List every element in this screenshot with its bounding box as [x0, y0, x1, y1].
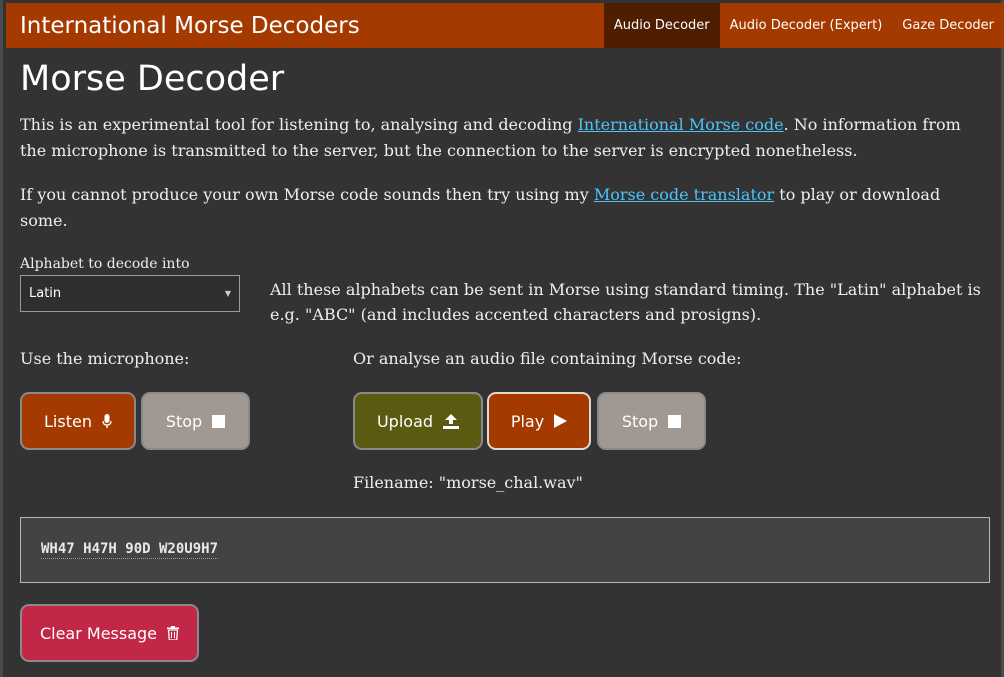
stop-square-icon — [212, 414, 226, 428]
alphabet-label: Alphabet to decode into — [20, 256, 190, 272]
upload-label: Upload — [376, 411, 434, 431]
play-label: Play — [510, 411, 545, 431]
nav-link-gaze-decoder[interactable]: Gaze Decoder — [892, 3, 1004, 48]
morse-translator-link[interactable]: Morse code translator — [594, 185, 774, 204]
alphabet-row: Alphabet to decode into Latin ▼ All thes… — [20, 256, 990, 338]
listen-button[interactable]: Listen — [20, 392, 136, 450]
main-content: Morse Decoder This is an experimental to… — [20, 48, 990, 338]
microphone-label: Use the microphone: — [20, 349, 190, 368]
audio-file-label: Or analyse an audio file containing Mors… — [353, 349, 742, 368]
trash-icon — [167, 626, 180, 640]
nav-link-audio-decoder-expert[interactable]: Audio Decoder (Expert) — [720, 3, 893, 48]
alphabet-description: All these alphabets can be sent in Morse… — [270, 280, 981, 324]
page-frame: International Morse Decoders Audio Decod… — [0, 0, 1004, 677]
stop-square-icon — [668, 414, 682, 428]
intro-paragraph: This is an experimental tool for listeni… — [20, 112, 990, 164]
listen-label: Listen — [44, 411, 92, 431]
page-title: Morse Decoder — [20, 59, 285, 99]
translator-paragraph: If you cannot produce your own Morse cod… — [20, 182, 990, 234]
nav-links: Audio Decoder Audio Decoder (Expert) Gaz… — [603, 3, 1004, 48]
brand-title[interactable]: International Morse Decoders — [6, 13, 604, 39]
mic-stop-button[interactable]: Stop — [141, 392, 250, 450]
navbar: International Morse Decoders Audio Decod… — [6, 3, 1004, 48]
clear-message-label: Clear Message — [39, 623, 158, 643]
alphabet-select[interactable]: Latin ▼ — [20, 275, 240, 312]
chevron-down-icon: ▼ — [224, 289, 231, 298]
nav-link-audio-decoder[interactable]: Audio Decoder — [603, 3, 720, 48]
play-triangle-icon — [554, 414, 568, 428]
microphone-icon — [102, 413, 112, 429]
file-stop-label: Stop — [621, 411, 659, 431]
international-morse-link[interactable]: International Morse code — [578, 115, 784, 134]
translator-text-before: If you cannot produce your own Morse cod… — [20, 185, 594, 204]
decoded-output-box[interactable]: WH47 H47H 90D W20U9H7 — [20, 517, 990, 583]
upload-icon — [443, 413, 460, 429]
alphabet-selected-value: Latin — [29, 286, 62, 301]
file-stop-button[interactable]: Stop — [597, 392, 706, 450]
upload-button[interactable]: Upload — [353, 392, 483, 450]
filename-text: Filename: "morse_chal.wav" — [353, 473, 583, 492]
decoded-message: WH47 H47H 90D W20U9H7 — [41, 541, 219, 559]
intro-text-before: This is an experimental tool for listeni… — [20, 115, 578, 134]
play-button[interactable]: Play — [487, 392, 591, 450]
clear-message-button[interactable]: Clear Message — [20, 604, 199, 662]
mic-stop-label: Stop — [165, 411, 203, 431]
